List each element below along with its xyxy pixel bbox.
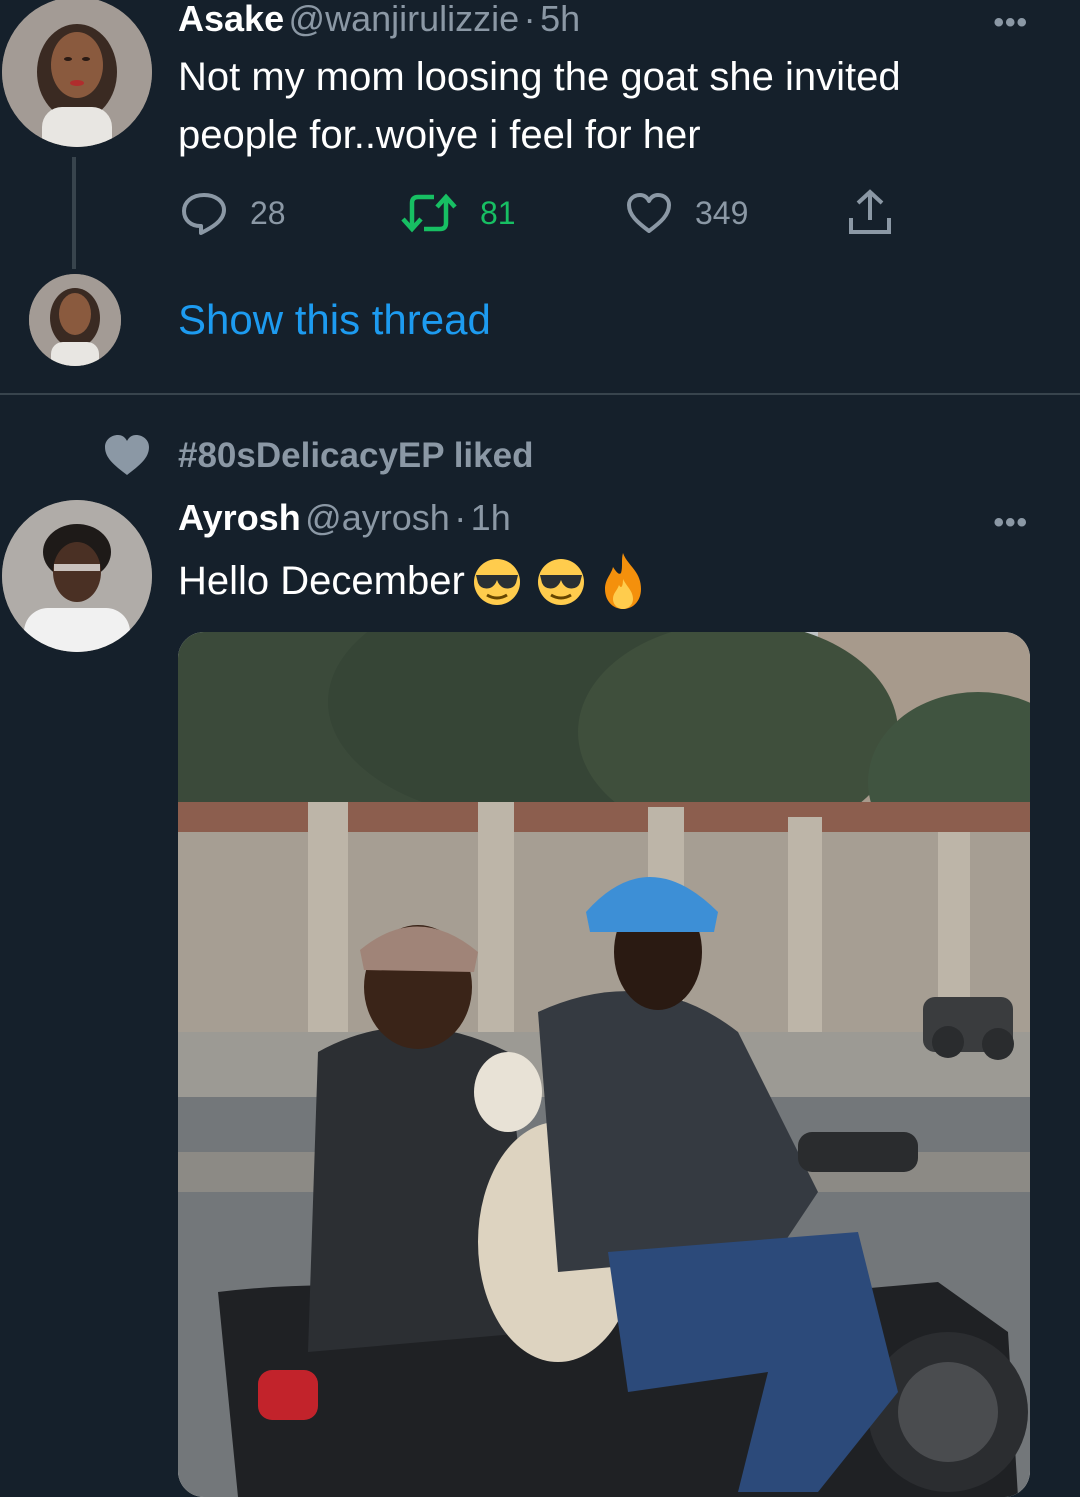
sunglasses-emoji bbox=[537, 559, 584, 605]
like-count: 349 bbox=[695, 194, 749, 231]
heart-icon bbox=[627, 193, 671, 233]
sunglasses-emoji bbox=[473, 559, 520, 605]
retweet-icon bbox=[401, 193, 457, 233]
tweet-text: Hello December bbox=[178, 551, 649, 611]
show-thread-link[interactable]: Show this thread bbox=[178, 296, 491, 344]
tweet-divider bbox=[0, 393, 1080, 395]
author-handle[interactable]: @wanjirulizzie bbox=[289, 0, 520, 39]
tweet-header: Asake @wanjirulizzie · 5h bbox=[178, 0, 580, 40]
social-context[interactable]: #80sDelicacyEP liked bbox=[178, 436, 533, 476]
tweet-media-image[interactable] bbox=[178, 632, 1030, 1497]
share-button[interactable] bbox=[846, 188, 894, 243]
more-options-icon[interactable]: ••• bbox=[993, 6, 1028, 40]
tweet-header: Ayrosh @ayrosh · 1h bbox=[178, 497, 511, 539]
more-options-icon[interactable]: ••• bbox=[993, 506, 1028, 540]
avatar-asake[interactable] bbox=[2, 0, 152, 147]
retweet-count: 81 bbox=[480, 194, 516, 231]
tweet-time[interactable]: 5h bbox=[540, 0, 580, 39]
author-name[interactable]: Ayrosh bbox=[178, 497, 301, 538]
time-separator: · bbox=[454, 497, 467, 538]
avatar-asake-small[interactable] bbox=[29, 274, 121, 366]
thread-line bbox=[72, 157, 76, 269]
reply-count: 28 bbox=[250, 194, 286, 231]
tweet-text-line: people for..woiye i feel for her bbox=[178, 113, 701, 157]
fire-emoji bbox=[604, 553, 641, 609]
time-separator: · bbox=[523, 0, 536, 39]
tweet-text-content: Hello December bbox=[178, 559, 465, 603]
author-name[interactable]: Asake bbox=[178, 0, 284, 39]
author-handle[interactable]: @ayrosh bbox=[305, 497, 450, 538]
tweet-time[interactable]: 1h bbox=[471, 497, 511, 538]
share-icon bbox=[849, 189, 891, 234]
retweet-button[interactable]: 81 bbox=[400, 191, 516, 235]
liked-heart-icon bbox=[103, 433, 151, 482]
tweet-text: Not my mom loosing the goat she invited … bbox=[178, 48, 901, 164]
tweet-text-line: Not my mom loosing the goat she invited bbox=[178, 55, 901, 99]
avatar-ayrosh[interactable] bbox=[2, 500, 152, 652]
like-button[interactable]: 349 bbox=[625, 191, 748, 235]
reply-icon bbox=[182, 193, 226, 235]
reply-button[interactable]: 28 bbox=[180, 191, 286, 235]
